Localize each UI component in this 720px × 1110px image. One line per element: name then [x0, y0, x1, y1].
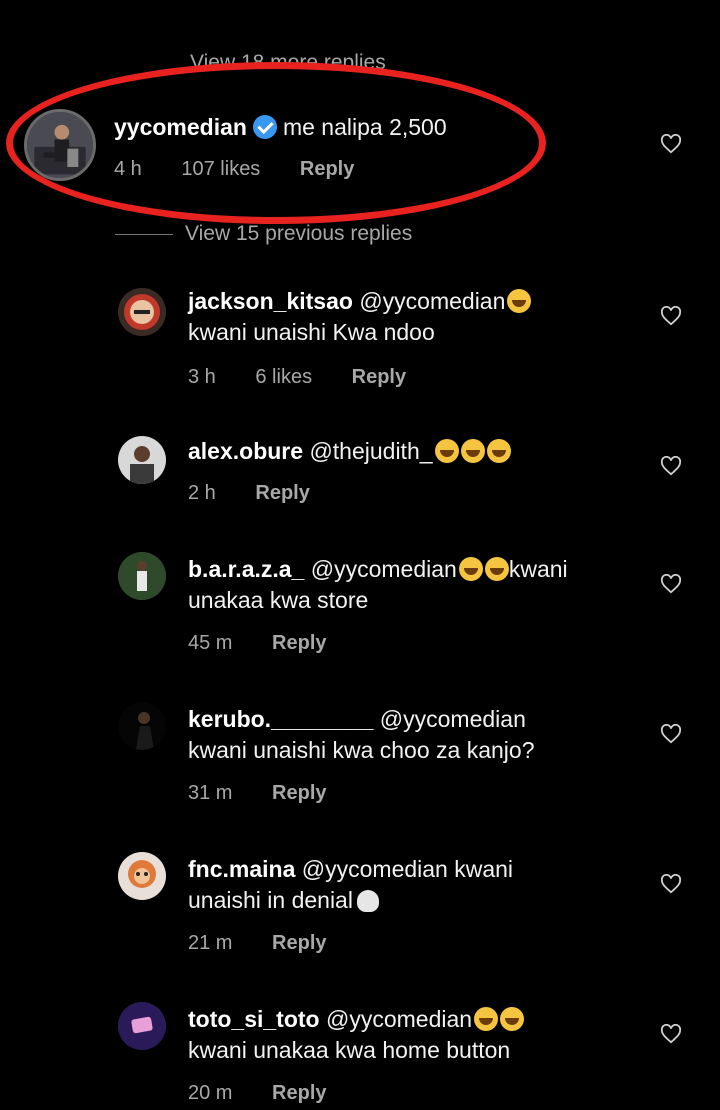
username[interactable]: fnc.maina [188, 856, 295, 882]
laughing-emoji-icon [458, 557, 483, 581]
timestamp: 45 m [188, 632, 233, 654]
comment-text: kwani unaishi kwa choo za kanjo? [188, 737, 535, 763]
reply-button[interactable]: Reply [255, 482, 309, 504]
comment-body: jackson_kitsao @yycomedian kwani unaishi… [188, 286, 648, 348]
heart-outline-icon[interactable] [660, 1024, 682, 1044]
reply-button[interactable]: Reply [300, 158, 354, 180]
reply-button[interactable]: Reply [272, 1082, 326, 1104]
heart-outline-icon[interactable] [660, 724, 682, 744]
heart-outline-icon[interactable] [660, 574, 682, 594]
reply-button[interactable]: Reply [272, 932, 326, 954]
heart-outline-icon[interactable] [660, 306, 682, 326]
user-photo-icon [118, 852, 166, 900]
laughing-emoji-icon [434, 439, 459, 463]
user-photo-icon [118, 1002, 166, 1050]
comment-meta: 4 h 107 likes Reply [114, 156, 388, 182]
reply-button[interactable]: Reply [352, 366, 406, 388]
avatar[interactable] [118, 1002, 166, 1050]
laughing-emoji-icon [460, 439, 485, 463]
comment-text: kwani unakaa kwa home button [188, 1037, 511, 1063]
heart-outline-icon[interactable] [660, 874, 682, 894]
username[interactable]: b.a.r.a.z.a_ [188, 556, 304, 582]
heart-outline-icon[interactable] [660, 134, 682, 154]
laughing-emoji-icon [500, 1007, 525, 1031]
comment-meta: 2 h Reply [188, 480, 344, 506]
avatar[interactable] [118, 852, 166, 900]
avatar[interactable] [118, 552, 166, 600]
comment-body: fnc.maina @yycomedian kwani unaishi in d… [188, 854, 648, 916]
user-photo-icon [118, 702, 166, 750]
avatar[interactable] [118, 436, 166, 484]
user-photo-icon [118, 552, 166, 600]
mention[interactable]: @thejudith_ [309, 438, 432, 464]
user-photo-icon [27, 112, 93, 178]
comment-line: yycomedian me nalipa 2,500 [114, 112, 447, 142]
comment-text: unaishi in denial [188, 887, 353, 913]
avatar[interactable] [118, 288, 166, 336]
timestamp: 2 h [188, 482, 216, 504]
username[interactable]: jackson_kitsao [188, 288, 353, 314]
skull-emoji-icon [356, 890, 379, 912]
laughing-emoji-icon [486, 439, 511, 463]
comment-text: unakaa kwa store [188, 587, 369, 613]
view-previous-replies-link[interactable]: View 15 previous replies [115, 222, 412, 248]
username[interactable]: alex.obure [188, 438, 303, 464]
comment-meta: 31 m Reply [188, 780, 361, 806]
username[interactable]: toto_si_toto [188, 1006, 320, 1032]
username[interactable]: yycomedian [114, 114, 247, 140]
avatar[interactable] [24, 109, 96, 181]
timestamp: 31 m [188, 782, 233, 804]
heart-outline-icon[interactable] [660, 456, 682, 476]
mention[interactable]: @yycomedian kwani [302, 856, 513, 882]
username[interactable]: kerubo.________ [188, 706, 373, 732]
comment-meta: 20 m Reply [188, 1080, 361, 1106]
top-comment: yycomedian me nalipa 2,500 4 h 107 likes … [0, 96, 720, 196]
comment-body: kerubo.________ @yycomedian kwani unaish… [188, 704, 648, 766]
comment-text: kwani unaishi Kwa ndoo [188, 319, 435, 345]
timestamp: 20 m [188, 1082, 233, 1104]
comment-meta: 45 m Reply [188, 630, 361, 656]
reply-button[interactable]: Reply [272, 632, 326, 654]
comment-meta: 21 m Reply [188, 930, 361, 956]
comment-body: b.a.r.a.z.a_ @yycomedian kwani unakaa kwa… [188, 554, 658, 616]
timestamp: 21 m [188, 932, 233, 954]
likes-count[interactable]: 6 likes [255, 366, 312, 388]
view-more-replies-link[interactable]: View 18 more replies [190, 46, 386, 70]
divider-line [115, 233, 173, 235]
comment-meta: 3 h 6 likes Reply [188, 364, 440, 390]
timestamp: 4 h [114, 158, 142, 180]
reply-button[interactable]: Reply [272, 782, 326, 804]
mention[interactable]: @yycomedian [311, 556, 457, 582]
timestamp: 3 h [188, 366, 216, 388]
user-photo-icon [118, 288, 166, 336]
laughing-emoji-icon [484, 557, 509, 581]
view-previous-label: View 15 previous replies [185, 222, 413, 245]
likes-count[interactable]: 107 likes [181, 158, 260, 180]
mention[interactable]: @yycomedian [326, 1006, 472, 1032]
comment-text: me nalipa 2,500 [282, 114, 447, 140]
comment-body: toto_si_toto @yycomedian kwani unakaa kw… [188, 1004, 648, 1066]
laughing-emoji-icon [474, 1007, 499, 1031]
user-photo-icon [118, 436, 166, 484]
verified-badge-icon [252, 115, 277, 139]
laughing-emoji-icon [507, 289, 532, 313]
mention[interactable]: @yycomedian [380, 706, 526, 732]
comment-text: kwani [508, 556, 568, 582]
comment-body: alex.obure @thejudith_ [188, 436, 648, 467]
avatar[interactable] [118, 702, 166, 750]
mention[interactable]: @yycomedian [359, 288, 505, 314]
